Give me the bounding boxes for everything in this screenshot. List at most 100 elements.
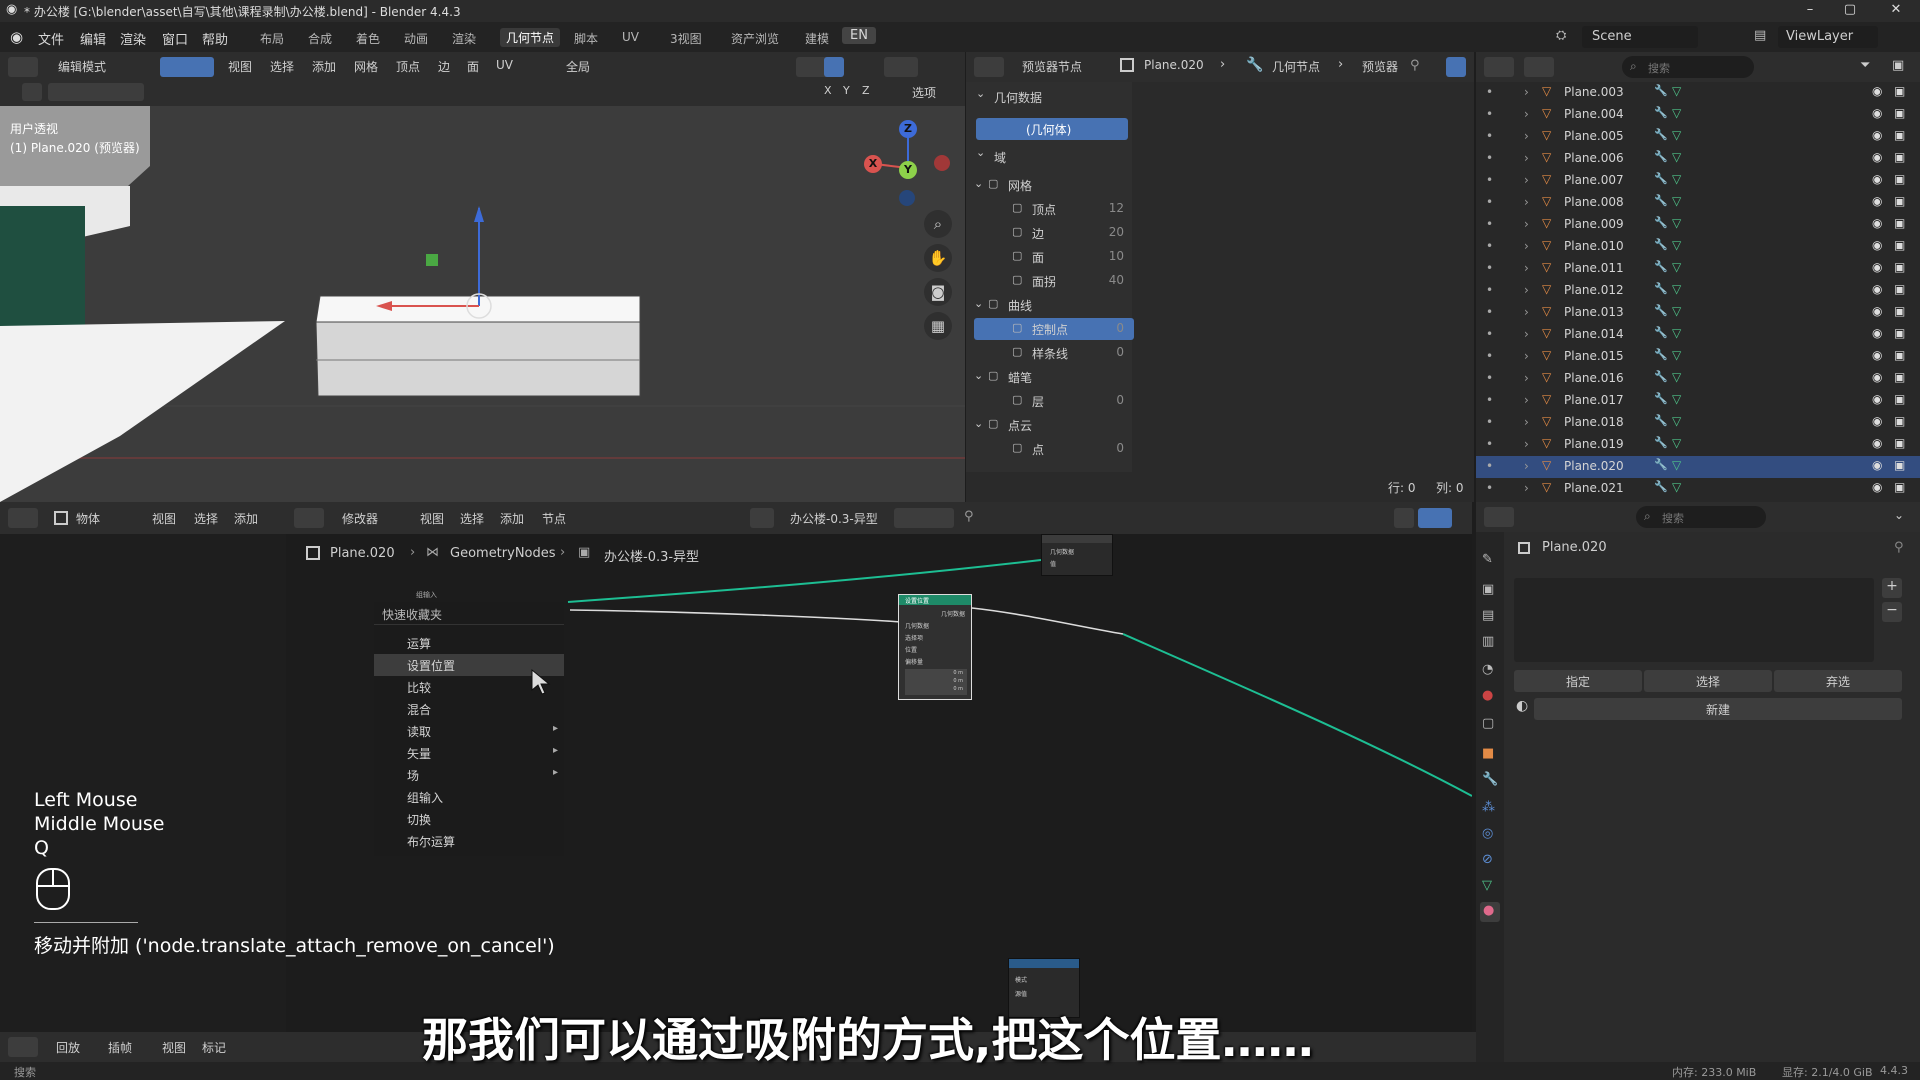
outliner-search-input[interactable]: ⌕ 搜索 — [1622, 56, 1754, 78]
spreadsheet-editor-type-icon[interactable] — [974, 57, 1004, 77]
node-menu-view[interactable]: 视图 — [420, 510, 444, 527]
mesh-data-icon[interactable]: ▽ — [1672, 414, 1681, 428]
domain-row[interactable]: ▢ 控制点 0 — [974, 318, 1134, 340]
camera-icon[interactable]: ▣ — [1894, 194, 1905, 208]
display-mode-icon[interactable] — [1524, 57, 1554, 77]
filter-icon[interactable] — [1446, 57, 1466, 77]
camera-icon[interactable]: ▣ — [1894, 304, 1905, 318]
camera-icon[interactable]: ▣ — [1894, 84, 1905, 98]
language-toggle[interactable]: EN — [842, 27, 876, 44]
checkbox-icon[interactable]: • — [1486, 437, 1493, 451]
mesh-data-icon[interactable]: ▽ — [1672, 150, 1681, 164]
outliner-row[interactable]: • › ▽ Plane.004 🔧 ▽ ◉ ▣ — [1476, 104, 1920, 126]
outliner-row[interactable]: • › ▽ Plane.010 🔧 ▽ ◉ ▣ — [1476, 236, 1920, 258]
modifier-icon[interactable]: 🔧 — [1654, 458, 1668, 471]
domain-row[interactable]: ⌄ ▢ 曲线 — [974, 294, 1134, 316]
chevron-right-icon[interactable]: › — [1524, 481, 1529, 495]
modifier-icon[interactable]: 🔧 — [1654, 260, 1668, 273]
checkbox-icon[interactable]: • — [1486, 129, 1493, 143]
timeline-menu-view[interactable]: 视图 — [162, 1039, 186, 1056]
outliner-row[interactable]: • › ▽ Plane.017 🔧 ▽ ◉ ▣ — [1476, 390, 1920, 412]
hand-icon[interactable]: ✋ — [924, 244, 952, 272]
node-tree-actions[interactable] — [894, 508, 954, 528]
camera-icon[interactable]: ▣ — [1894, 414, 1905, 428]
eye-icon[interactable]: ◉ — [1872, 172, 1882, 186]
material-action-button[interactable]: 指定 — [1514, 670, 1642, 692]
chevron-right-icon[interactable]: › — [1524, 261, 1529, 275]
left-menu-select[interactable]: 选择 — [194, 510, 218, 527]
object-tab-icon[interactable]: ■ — [1482, 746, 1494, 761]
chevron-down-icon[interactable]: ⌄ — [974, 297, 983, 310]
mesh-data-icon[interactable]: ▽ — [1672, 216, 1681, 230]
eye-icon[interactable]: ◉ — [1872, 194, 1882, 208]
checkbox-icon[interactable]: • — [1486, 481, 1493, 495]
chevron-right-icon[interactable]: › — [1524, 459, 1529, 473]
checkbox-icon[interactable]: • — [1486, 305, 1493, 319]
camera-icon[interactable]: ▣ — [1894, 106, 1905, 120]
chevron-right-icon[interactable]: › — [1524, 349, 1529, 363]
viewport-menu-item[interactable]: 边 — [438, 58, 450, 75]
outliner-row[interactable]: • › ▽ Plane.009 🔧 ▽ ◉ ▣ — [1476, 214, 1920, 236]
maximize-button[interactable]: ▢ — [1830, 2, 1870, 20]
eye-icon[interactable]: ◉ — [1872, 150, 1882, 164]
outliner-row[interactable]: • › ▽ Plane.003 🔧 ▽ ◉ ▣ — [1476, 82, 1920, 104]
chevron-down-icon[interactable]: ⌄ — [974, 417, 983, 430]
modifier-icon[interactable]: 🔧 — [1654, 128, 1668, 141]
chevron-right-icon[interactable]: › — [1524, 305, 1529, 319]
modifier-icon[interactable]: 🔧 — [1654, 238, 1668, 251]
camera-icon[interactable]: ▣ — [1894, 392, 1905, 406]
timeline-menu-keying[interactable]: 插帧 — [108, 1039, 132, 1056]
chevron-right-icon[interactable]: › — [1524, 283, 1529, 297]
modifier-icon[interactable]: 🔧 — [1654, 326, 1668, 339]
chevron-down-icon[interactable]: ⌄ — [974, 177, 983, 190]
material-slot-list[interactable] — [1514, 578, 1874, 662]
menu-item[interactable]: 混合 — [374, 698, 564, 720]
modifier-icon[interactable]: 🔧 — [1654, 106, 1668, 119]
chevron-right-icon[interactable]: › — [1524, 85, 1529, 99]
output-tab-icon[interactable]: ▤ — [1482, 608, 1494, 623]
checkbox-icon[interactable]: • — [1486, 195, 1493, 209]
outliner-row[interactable]: • › ▽ Plane.020 🔧 ▽ ◉ ▣ — [1476, 456, 1920, 478]
modifier-icon[interactable]: 🔧 — [1654, 370, 1668, 383]
domain-row[interactable]: ▢ 样条线 0 — [974, 342, 1134, 364]
new-collection-icon[interactable]: ▣ — [1892, 58, 1904, 73]
left-menu-view[interactable]: 视图 — [152, 510, 176, 527]
domain-row[interactable]: ⌄ ▢ 网格 — [974, 174, 1134, 196]
chevron-right-icon[interactable]: › — [1524, 217, 1529, 231]
close-window-button[interactable]: ✕ — [1876, 2, 1916, 20]
xray-toggle[interactable] — [824, 57, 844, 77]
viewport-menu-item[interactable]: 顶点 — [396, 58, 420, 75]
camera-icon[interactable]: ▣ — [1894, 238, 1905, 252]
menu-file[interactable]: 文件 — [38, 29, 64, 48]
node-menu-add[interactable]: 添加 — [500, 510, 524, 527]
spreadsheet-mode[interactable]: 预览器节点 — [1022, 58, 1082, 75]
chevron-right-icon[interactable]: › — [1524, 129, 1529, 143]
left-editor-type-icon[interactable] — [8, 508, 38, 528]
viewport-menu-item[interactable]: 网格 — [354, 58, 378, 75]
material-action-button[interactable]: 弃选 — [1774, 670, 1902, 692]
left-menu-add[interactable]: 添加 — [234, 510, 258, 527]
mesh-data-icon[interactable]: ▽ — [1672, 172, 1681, 186]
viewport-menu-item[interactable]: 面 — [467, 58, 479, 75]
camera-icon[interactable]: ▣ — [1894, 370, 1905, 384]
axis-y[interactable]: Y — [843, 84, 850, 97]
render-tab-icon[interactable]: ▣ — [1482, 582, 1494, 597]
mesh-data-icon[interactable]: ▽ — [1672, 326, 1681, 340]
tool-tab-icon[interactable]: ✎ — [1482, 552, 1493, 567]
gizmo-x-icon[interactable]: X — [864, 155, 882, 173]
domain-row[interactable]: ▢ 点 0 — [974, 438, 1134, 460]
menu-item[interactable]: 场 ▸ — [374, 764, 564, 786]
mesh-data-icon[interactable]: ▽ — [1672, 128, 1681, 142]
chevron-right-icon[interactable]: › — [1524, 195, 1529, 209]
checkbox-icon[interactable]: • — [1486, 151, 1493, 165]
eye-icon[interactable]: ◉ — [1872, 414, 1882, 428]
mesh-data-icon[interactable]: ▽ — [1672, 480, 1681, 494]
geometry-item[interactable]: (几何体) — [976, 118, 1128, 140]
outliner-row[interactable]: • › ▽ Plane.019 🔧 ▽ ◉ ▣ — [1476, 434, 1920, 456]
camera-icon[interactable]: ▣ — [1894, 326, 1905, 340]
new-material-button[interactable]: 新建 — [1534, 698, 1902, 720]
checkbox-icon[interactable]: • — [1486, 327, 1493, 341]
pin-icon[interactable]: ⚲ — [1410, 58, 1420, 73]
camera-icon[interactable]: ▣ — [1894, 436, 1905, 450]
checkbox-icon[interactable]: • — [1486, 217, 1493, 231]
